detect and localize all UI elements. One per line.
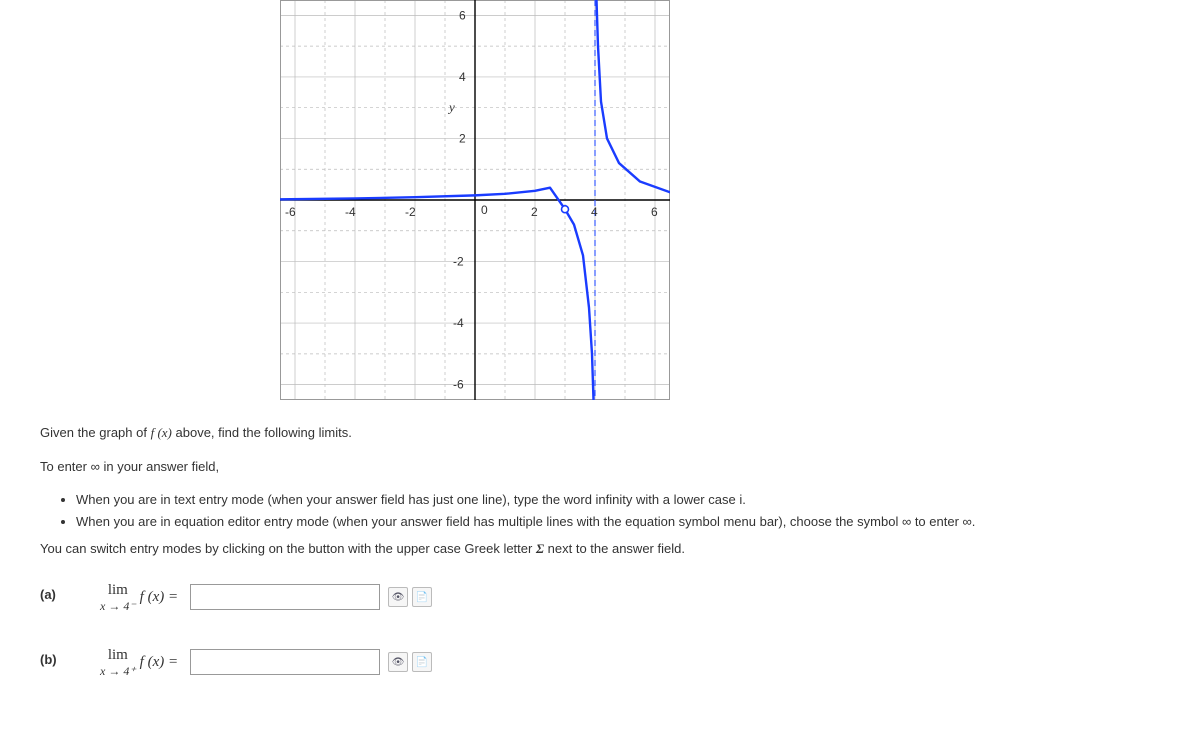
bullet-1: When you are in text entry mode (when yo… bbox=[76, 490, 1190, 510]
svg-text:-4: -4 bbox=[453, 316, 464, 330]
limit-a-block: lim x → 4⁻ bbox=[100, 583, 136, 612]
svg-text:-2: -2 bbox=[405, 205, 416, 219]
svg-text:2: 2 bbox=[459, 131, 466, 145]
question-text: Given the graph of f (x) above, find the… bbox=[40, 423, 1190, 559]
bullet-2: When you are in equation editor entry mo… bbox=[76, 512, 1190, 532]
svg-text:2: 2 bbox=[531, 205, 538, 219]
preview-icon[interactable]: 👁 bbox=[388, 652, 408, 672]
svg-text:-6: -6 bbox=[285, 205, 296, 219]
lim-word-b: lim bbox=[108, 648, 128, 663]
svg-text:-6: -6 bbox=[453, 378, 464, 392]
sigma-line: You can switch entry modes by clicking o… bbox=[40, 539, 1190, 559]
fx-expr-a: f (x) = bbox=[140, 589, 178, 606]
answer-input-b[interactable] bbox=[190, 649, 380, 675]
equation-editor-icon[interactable]: 📄 bbox=[412, 587, 432, 607]
limit-b-block: lim x → 4⁺ bbox=[100, 648, 136, 677]
fx-label: f (x) bbox=[151, 425, 172, 440]
part-b-label: (b) bbox=[40, 648, 100, 667]
part-a-row: (a) lim x → 4⁻ f (x) = 👁 📄 bbox=[40, 583, 1190, 612]
svg-text:y: y bbox=[447, 100, 455, 115]
given-text-1: Given the graph of bbox=[40, 425, 147, 440]
svg-text:4: 4 bbox=[591, 205, 598, 219]
given-text-2: above, find the following limits. bbox=[176, 425, 352, 440]
equation-editor-icon[interactable]: 📄 bbox=[412, 652, 432, 672]
answers-section: (a) lim x → 4⁻ f (x) = 👁 📄 (b) lim x → 4… bbox=[40, 583, 1190, 677]
part-a-label: (a) bbox=[40, 583, 100, 602]
svg-text:0: 0 bbox=[481, 203, 488, 217]
infinity-intro: To enter ∞ in your answer field, bbox=[40, 457, 1190, 477]
instruction-list: When you are in text entry mode (when yo… bbox=[40, 490, 1190, 531]
sigma-after: next to the answer field. bbox=[548, 541, 685, 556]
svg-text:-2: -2 bbox=[453, 255, 464, 269]
sigma-before: You can switch entry modes by clicking o… bbox=[40, 541, 532, 556]
given-line: Given the graph of f (x) above, find the… bbox=[40, 423, 1190, 443]
lim-word-a: lim bbox=[108, 583, 128, 598]
fx-expr-b: f (x) = bbox=[140, 654, 178, 671]
chart-svg: -6 -4 -2 0 2 4 6 -6 -4 -2 2 4 6 y bbox=[280, 0, 670, 400]
answer-input-a[interactable] bbox=[190, 584, 380, 610]
sigma-icon: Σ bbox=[536, 541, 544, 556]
svg-text:6: 6 bbox=[651, 205, 658, 219]
svg-text:4: 4 bbox=[459, 70, 466, 84]
preview-icon[interactable]: 👁 bbox=[388, 587, 408, 607]
svg-text:6: 6 bbox=[459, 8, 466, 22]
svg-text:-4: -4 bbox=[345, 205, 356, 219]
lim-sub-b: x → 4⁺ bbox=[100, 665, 136, 677]
part-b-row: (b) lim x → 4⁺ f (x) = 👁 📄 bbox=[40, 648, 1190, 677]
graph-figure: -6 -4 -2 0 2 4 6 -6 -4 -2 2 4 6 y bbox=[280, 0, 1190, 403]
lim-sub-a: x → 4⁻ bbox=[100, 600, 136, 612]
